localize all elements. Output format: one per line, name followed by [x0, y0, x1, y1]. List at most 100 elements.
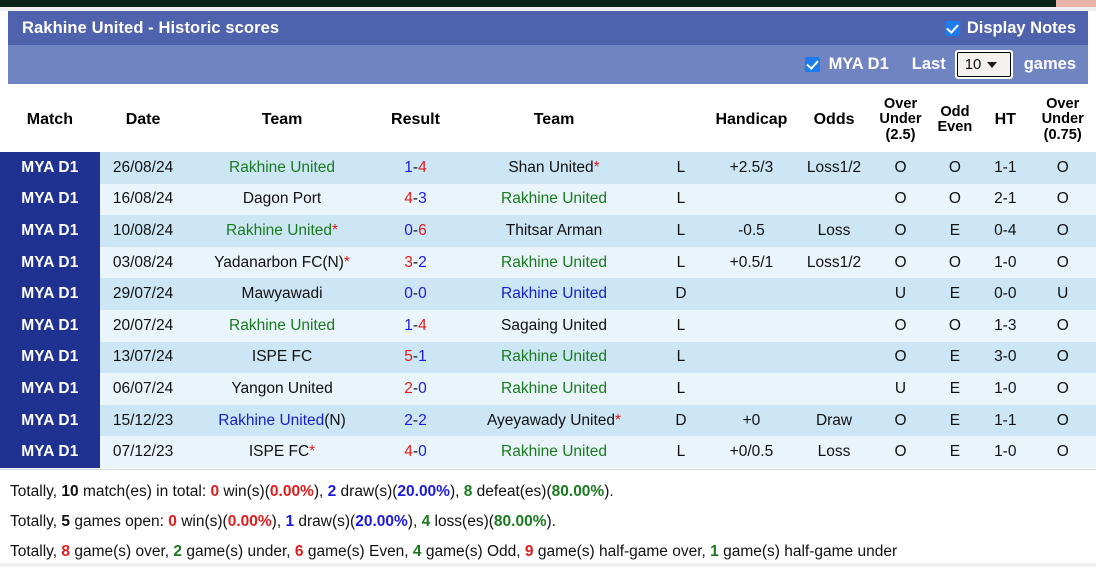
cell-league[interactable]: MYA D1: [0, 246, 100, 279]
cell-date: 03/08/24: [99, 246, 187, 279]
cell-team-home[interactable]: Dagon Port: [186, 183, 378, 216]
col-over-under-25: Over Under (2.5): [872, 88, 929, 152]
cell-result-away-score: 4: [418, 158, 427, 176]
cell-odd-even: O: [928, 309, 982, 342]
cell-result-away-score: 0: [418, 443, 427, 461]
cell-date: 10/08/24: [99, 215, 187, 247]
cell-over-under-075: O: [1029, 309, 1096, 342]
cell-team-home-star-marker: *: [332, 221, 339, 239]
cell-result[interactable]: 0-6: [377, 215, 454, 247]
cell-handicap: +0/0.5: [707, 436, 796, 468]
cell-handicap: [707, 341, 796, 374]
col-outcome: [654, 88, 708, 152]
cell-result[interactable]: 4-0: [377, 436, 454, 468]
cell-league[interactable]: MYA D1: [0, 309, 100, 342]
summary-line-open: Totally, 5 games open: 0 win(s)(0.00%), …: [10, 513, 556, 530]
cell-team-away[interactable]: Shan United*: [453, 152, 655, 184]
summary-total-wins: 0: [210, 483, 220, 500]
cell-over-under-25: O: [872, 404, 929, 437]
cell-team-home[interactable]: Mawyawadi: [186, 278, 378, 310]
cell-date: 07/12/23: [99, 436, 187, 468]
cell-result[interactable]: 3-2: [377, 246, 454, 279]
cell-result[interactable]: 0-0: [377, 278, 454, 310]
cell-team-away-text: Rakhine United: [501, 379, 607, 397]
cell-outcome: D: [654, 404, 708, 437]
cell-team-away[interactable]: Rakhine United: [453, 436, 655, 468]
col-over-under-075: Over Under (0.75): [1029, 88, 1096, 152]
col-oe-line2: Even: [937, 119, 973, 135]
display-notes-group: Display Notes: [944, 19, 1076, 38]
table-row: MYA D1 06/07/24 Yangon United 2-0 Rakhine Un…: [0, 373, 1096, 405]
top-edge-accent: [1056, 0, 1096, 7]
summary-open-games: 5: [61, 513, 71, 530]
cell-team-home[interactable]: ISPE FC*: [186, 436, 378, 468]
summary-open-loss-pct: 80.00%: [493, 513, 547, 530]
cell-team-away[interactable]: Sagaing United: [453, 309, 655, 342]
cell-team-away[interactable]: Ayeyawady United*: [453, 404, 655, 437]
cell-league[interactable]: MYA D1: [0, 215, 100, 247]
table-row: MYA D1 07/12/23 ISPE FC* 4-0 Rakhine United L…: [0, 436, 1096, 468]
cell-team-away[interactable]: Thitsar Arman: [453, 215, 655, 247]
cell-team-home[interactable]: Yadanarbon FC(N)*: [186, 246, 378, 279]
cell-result-away-score: 6: [418, 221, 427, 239]
cell-league[interactable]: MYA D1: [0, 183, 100, 216]
table-header-row: Match Date Team Result Team Handicap Odd…: [0, 88, 1096, 152]
cell-result-home-score: 4: [404, 190, 413, 208]
cell-over-under-25: O: [872, 436, 929, 468]
summary-total-win-pct: 0.00%: [269, 483, 314, 500]
table-body: MYA D1 26/08/24 Rakhine United 1-4 Shan Unit…: [0, 152, 1096, 468]
cell-team-away[interactable]: Rakhine United: [453, 246, 655, 279]
cell-result[interactable]: 1-4: [377, 309, 454, 342]
display-notes-checkbox[interactable]: [944, 20, 960, 36]
historic-scores-page: Rakhine United - Historic scores Display…: [0, 0, 1096, 567]
games-count-value: 10: [964, 56, 982, 73]
cell-result[interactable]: 2-2: [377, 404, 454, 437]
cell-result-home-score: 1: [404, 316, 413, 334]
games-count-select-wrapper[interactable]: 10: [954, 50, 1013, 79]
cell-team-home[interactable]: Rakhine United: [186, 152, 378, 184]
cell-team-home-text: Yadanarbon FC: [214, 253, 323, 271]
cell-result-home-score: 0: [404, 285, 413, 303]
cell-league[interactable]: MYA D1: [0, 278, 100, 310]
cell-league[interactable]: MYA D1: [0, 373, 100, 405]
cell-team-away[interactable]: Rakhine United: [453, 278, 655, 310]
cell-odds: [795, 373, 873, 405]
cell-over-under-25: O: [872, 341, 929, 374]
cell-team-home[interactable]: Rakhine United*: [186, 215, 378, 247]
cell-result[interactable]: 1-4: [377, 152, 454, 184]
cell-result-away-score: 1: [418, 348, 427, 366]
cell-odds: Draw: [795, 404, 873, 437]
cell-result[interactable]: 5-1: [377, 341, 454, 374]
cell-date: 15/12/23: [99, 404, 187, 437]
cell-team-home[interactable]: Rakhine United(N): [186, 404, 378, 437]
league-filter-checkbox[interactable]: [804, 57, 820, 72]
cell-team-home[interactable]: Rakhine United: [186, 309, 378, 342]
cell-result-away-score: 0: [418, 285, 427, 303]
cell-team-away[interactable]: Rakhine United: [453, 341, 655, 374]
cell-handicap: [707, 373, 796, 405]
table-row: MYA D1 16/08/24 Dagon Port 4-3 Rakhine Unite…: [0, 183, 1096, 216]
cell-team-away[interactable]: Rakhine United: [453, 183, 655, 216]
cell-result[interactable]: 4-3: [377, 183, 454, 216]
cell-date: 20/07/24: [99, 309, 187, 342]
cell-outcome: L: [654, 246, 708, 279]
cell-outcome: L: [654, 373, 708, 405]
summary-open-losses: 4: [421, 513, 431, 530]
bottom-edge: [0, 563, 1096, 567]
cell-handicap: [707, 183, 796, 216]
cell-ht: 0-0: [981, 278, 1030, 310]
table-header: Match Date Team Result Team Handicap Odd…: [0, 88, 1096, 152]
cell-outcome: L: [654, 215, 708, 247]
cell-team-home-neutral-suffix: (N): [322, 253, 344, 271]
col-ou25-line3: (2.5): [885, 126, 916, 143]
cell-team-away-text: Rakhine United: [501, 348, 607, 366]
cell-league[interactable]: MYA D1: [0, 404, 100, 437]
cell-team-away[interactable]: Rakhine United: [453, 373, 655, 405]
cell-team-home[interactable]: Yangon United: [186, 373, 378, 405]
cell-league[interactable]: MYA D1: [0, 152, 100, 184]
cell-team-home[interactable]: ISPE FC: [186, 341, 378, 374]
cell-league[interactable]: MYA D1: [0, 341, 100, 374]
cell-league[interactable]: MYA D1: [0, 436, 100, 468]
cell-result[interactable]: 2-0: [377, 373, 454, 405]
games-count-select[interactable]: 10: [956, 52, 1011, 77]
